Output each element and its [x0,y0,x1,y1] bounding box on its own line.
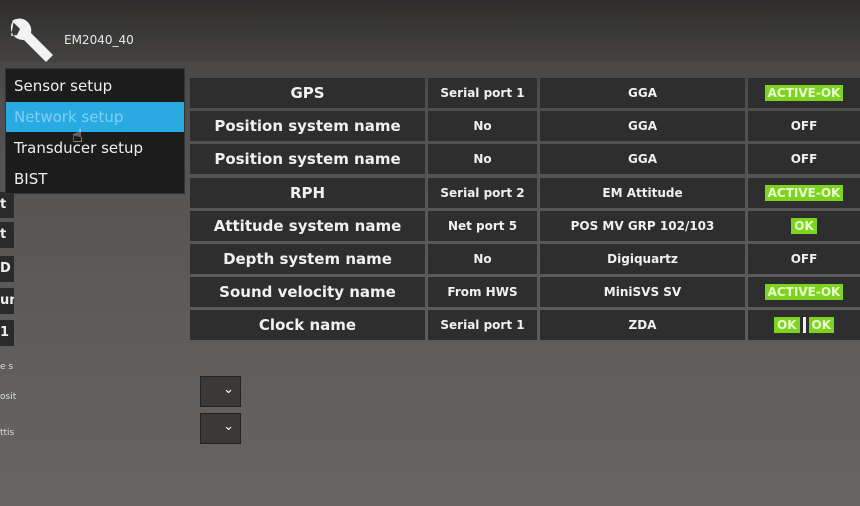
port-cell[interactable]: Serial port 1 [428,310,537,341]
left-panel-fragment: t [0,192,14,218]
table-row: Attitude system name Net port 5 POS MV GRP… [190,210,860,241]
datagram-cell[interactable]: GGA [540,111,745,142]
datagram-cell[interactable]: POS MV GRP 102/103 [540,210,745,241]
status-badge: ACTIVE-OK [764,284,844,301]
table-row: Position system name No GGA OFF [190,111,860,142]
table-row: Sound velocity name From HWS MiniSVS SV ACT… [190,277,860,308]
status-badge: OFF [790,119,818,134]
sensor-name: RPH [190,177,425,208]
port-cell[interactable]: No [428,111,537,142]
separator [802,317,806,334]
status-badge: ACTIVE-OK [764,184,844,201]
status-badge: OK [774,317,800,334]
port-cell[interactable]: Serial port 2 [428,177,537,208]
status-cell: OFF [748,244,860,274]
sensor-name: Sound velocity name [190,277,425,308]
menu-item-sensor-setup[interactable]: Sensor setup [6,71,184,101]
sensor-name: Position system name [190,144,425,175]
sensor-name: Attitude system name [190,210,425,241]
menu-item-network-setup[interactable]: Network setup [6,102,184,132]
left-panel-fragment: un [0,288,14,314]
sensor-name: Clock name [190,310,425,341]
datagram-cell[interactable]: EM Attitude [540,177,745,208]
port-cell[interactable]: From HWS [428,277,537,308]
status-cell: OK OK [748,310,860,341]
status-badge: OFF [790,252,818,266]
table-row: Clock name Serial port 1 ZDA OK OK [190,310,860,341]
datagram-cell[interactable]: MiniSVS SV [540,277,745,308]
table-row: Position system name No GGA OFF [190,144,860,175]
table-row: Depth system name No Digiquartz OFF [190,244,860,274]
port-cell[interactable]: No [428,244,537,274]
status-badge: OFF [790,152,818,167]
top-bar [0,0,860,62]
chevron-down-icon: ⌄ [223,382,234,397]
status-cell: OK [748,210,860,241]
menu-item-transducer-setup[interactable]: Transducer setup [6,133,184,163]
port-cell[interactable]: No [428,144,537,175]
status-badge: ACTIVE-OK [764,85,844,101]
port-cell[interactable]: Serial port 1 [428,78,537,108]
left-panel-label: osit [0,392,17,402]
dropdown-1[interactable]: ⌄ [200,376,241,407]
status-badge: OK [808,317,834,334]
status-cell: ACTIVE-OK [748,78,860,108]
sensor-name: Position system name [190,111,425,142]
table-row: RPH Serial port 2 EM Attitude ACTIVE-OK [190,177,860,208]
datagram-cell[interactable]: GGA [540,144,745,175]
sensor-name: Depth system name [190,244,425,274]
hand-cursor-icon: ☝ [72,126,83,147]
status-badge: OK [791,217,817,234]
left-panel-fragment: D [0,256,14,282]
table-row: GPS Serial port 1 GGA ACTIVE-OK [190,78,860,108]
datagram-cell[interactable]: ZDA [540,310,745,341]
status-cell: OFF [748,144,860,175]
dropdown-2[interactable]: ⌄ [200,413,241,444]
port-cell[interactable]: Net port 5 [428,210,537,241]
left-panel-label: ttis [0,428,15,438]
menu-item-bist[interactable]: BIST [6,164,184,194]
left-panel-label: e s [0,362,14,372]
left-panel-fragment: 1 [0,320,14,346]
status-cell: ACTIVE-OK [748,177,860,208]
device-title: EM2040_40 [64,33,134,47]
chevron-down-icon: ⌄ [223,419,234,434]
context-menu: Sensor setup Network setup Transducer setu… [5,68,185,194]
datagram-cell[interactable]: Digiquartz [540,244,745,274]
wrench-icon[interactable] [6,14,58,66]
left-panel-fragment: t [0,222,14,248]
datagram-cell[interactable]: GGA [540,78,745,108]
status-cell: ACTIVE-OK [748,277,860,308]
status-cell: OFF [748,111,860,142]
sensor-name: GPS [190,78,425,108]
